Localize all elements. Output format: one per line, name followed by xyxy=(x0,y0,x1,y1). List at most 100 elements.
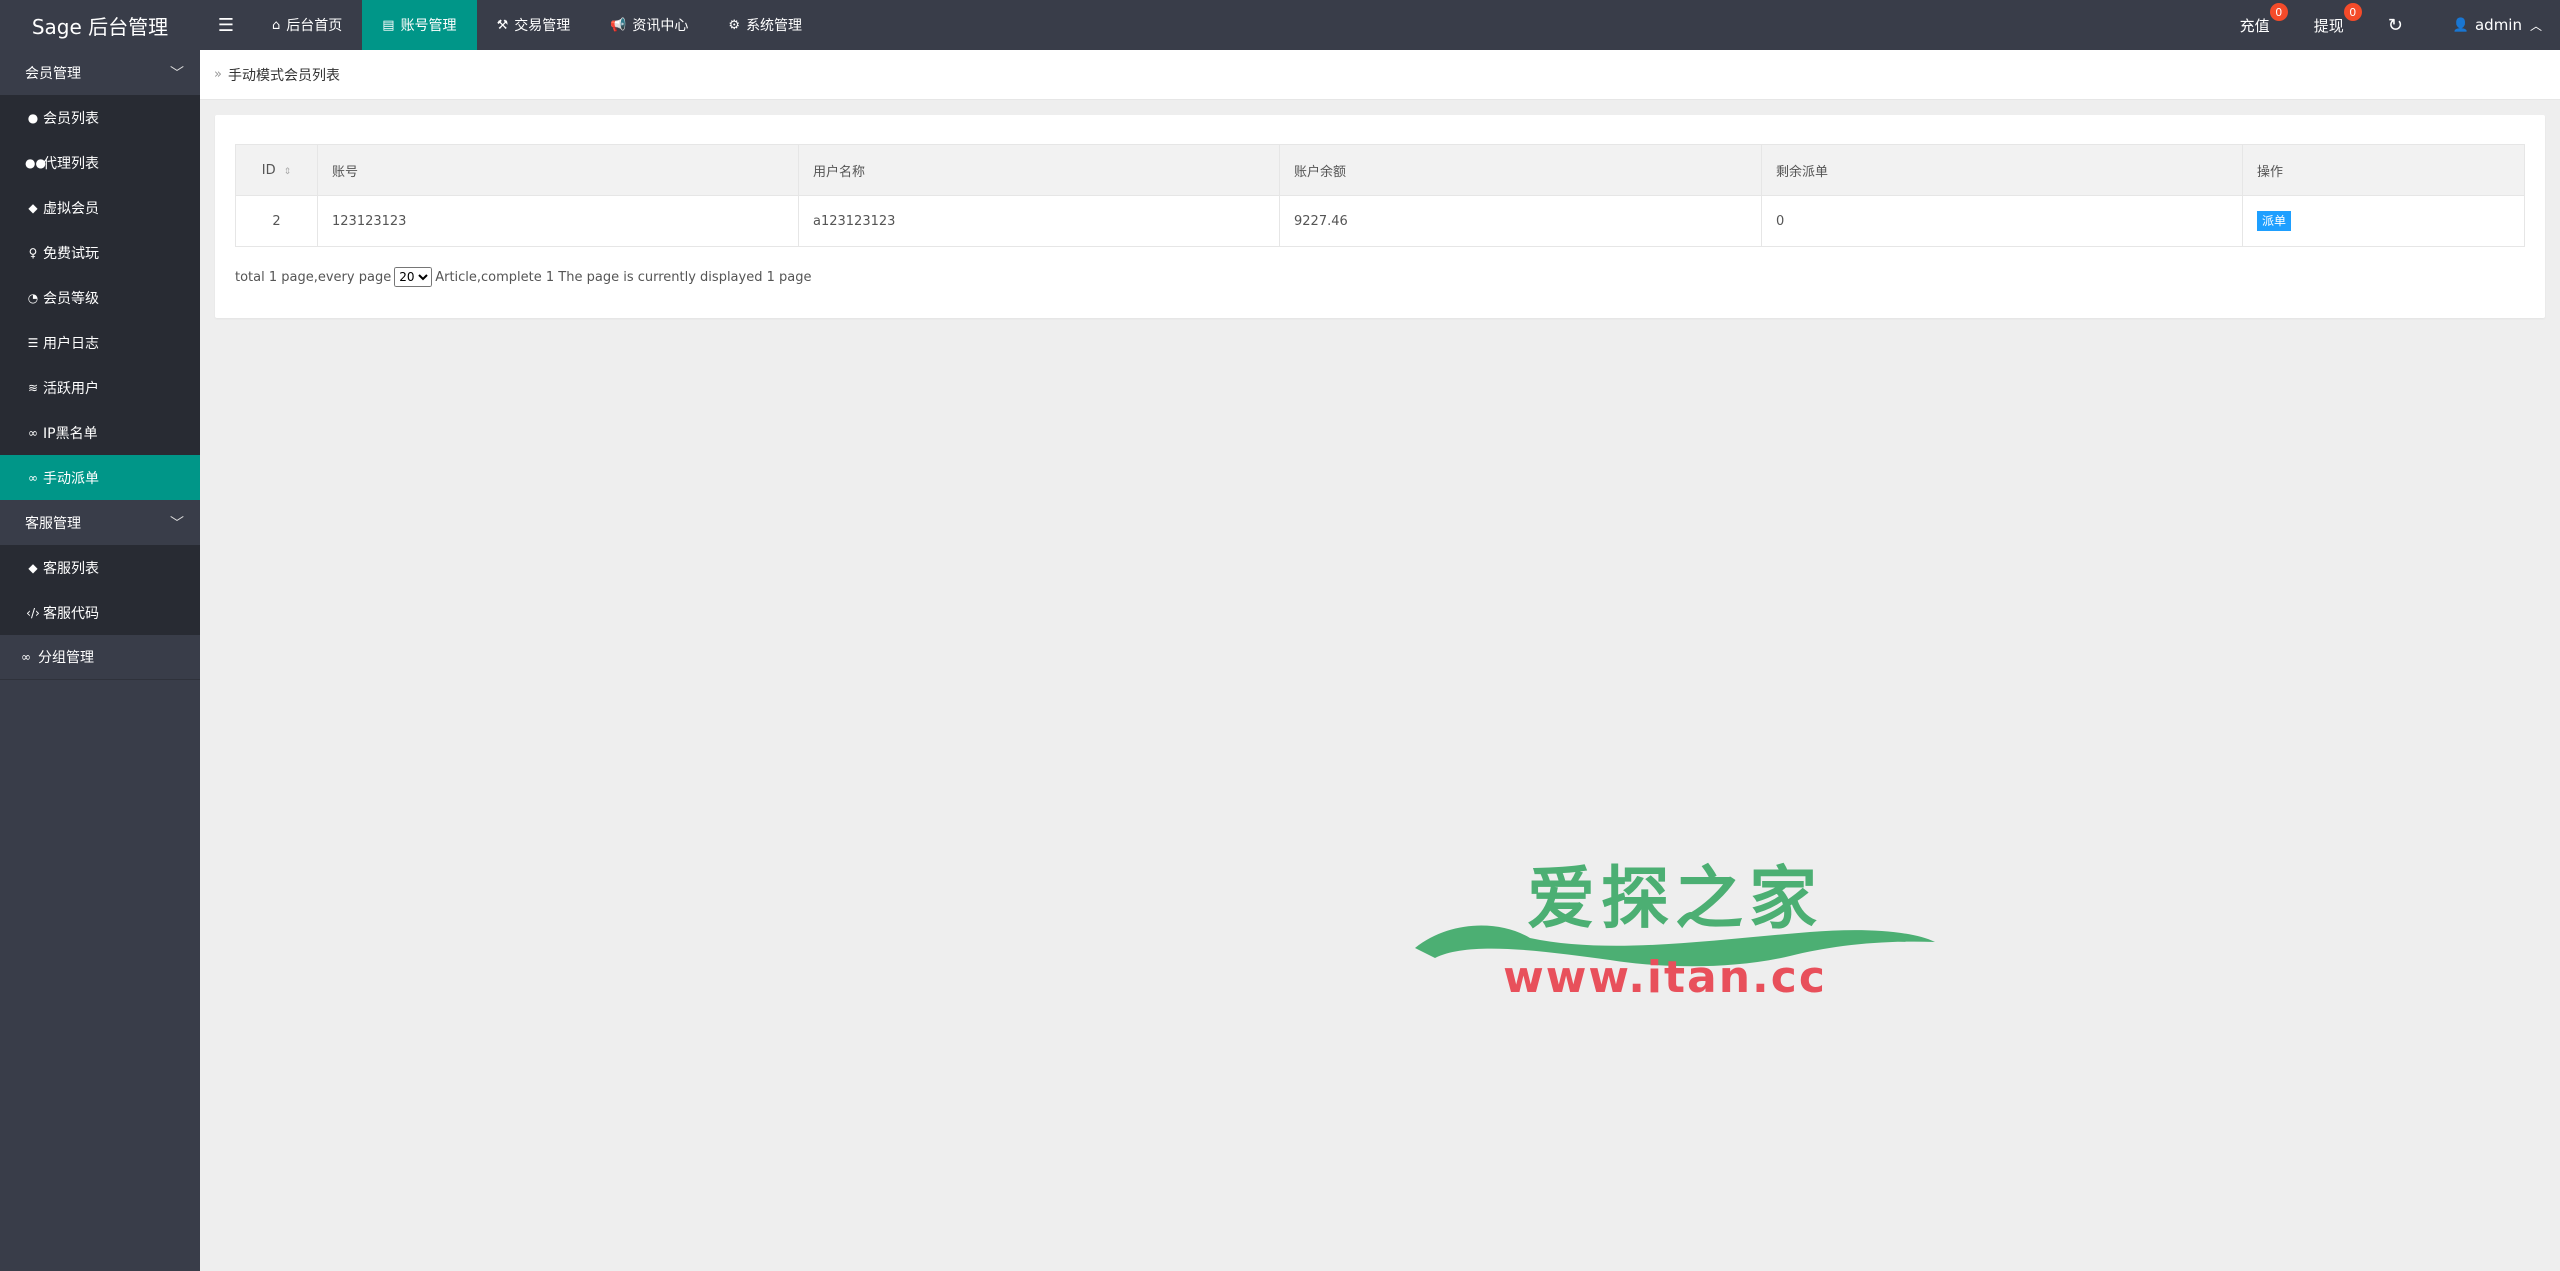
nav-news[interactable]: 📢 资讯中心 xyxy=(590,0,708,50)
id-card-icon: ▤ xyxy=(382,17,395,33)
breadcrumb: » 手动模式会员列表 xyxy=(200,50,2560,100)
sidebar-item-active-users[interactable]: ≋ 活跃用户 xyxy=(0,365,200,410)
sidebar-item-member-list[interactable]: ● 会员列表 xyxy=(0,95,200,140)
sidebar-item-support-code[interactable]: ‹/› 客服代码 xyxy=(0,590,200,635)
watermark-logo: 爱探之家 www.itan.cc xyxy=(1415,860,1935,1003)
table-row: 2 123123123 a123123123 9227.46 0 派单 xyxy=(235,195,2525,247)
column-header-balance: 账户余额 xyxy=(1279,144,1762,196)
sidebar-group-support[interactable]: 客服管理 ﹀ xyxy=(0,500,200,545)
nav-label: 后台首页 xyxy=(286,18,343,34)
withdraw-count-badge: 0 xyxy=(2343,3,2362,21)
link-icon: ∞ xyxy=(28,470,38,485)
user-name: admin xyxy=(2474,16,2522,34)
sidebar-item-free-trial[interactable]: ♀ 免费试玩 xyxy=(0,230,200,275)
users-icon: ●● xyxy=(25,155,46,170)
sidebar-item-label: 会员等级 xyxy=(43,290,99,307)
dashboard-icon: ◔ xyxy=(27,290,39,305)
code-icon: ‹/› xyxy=(26,605,40,620)
withdraw-button[interactable]: 提现 0 xyxy=(2292,0,2366,50)
sidebar-item-virtual-member[interactable]: ◆ 虚拟会员 xyxy=(0,185,200,230)
nav-trades[interactable]: ⚒ 交易管理 xyxy=(477,0,591,50)
hamburger-icon: ☰ xyxy=(217,14,235,36)
top-header: Sage 后台管理 ☰ ⌂ 后台首页 ▤ 账号管理 ⚒ 交易管理 📢 资讯中心 ⚙ 系统管… xyxy=(0,0,2560,50)
user-icon: 👤 xyxy=(2452,17,2469,33)
table-header-row: ID ⇕ 账号 用户名称 账户余额 剩余派单 操作 xyxy=(235,144,2525,196)
group-title-label: 会员管理 xyxy=(25,65,81,82)
cell-id: 2 xyxy=(235,195,318,247)
column-header-remaining: 剩余派单 xyxy=(1761,144,2243,196)
recharge-count-badge: 0 xyxy=(2269,3,2288,21)
sidebar-item-label: 客服列表 xyxy=(43,560,99,577)
member-table: ID ⇕ 账号 用户名称 账户余额 剩余派单 操作 2 123123123 a12… xyxy=(235,144,2525,247)
cell-remaining: 0 xyxy=(1761,195,2243,247)
sidebar-item-label: 手动派单 xyxy=(43,470,99,487)
sidebar-item-label: 代理列表 xyxy=(43,155,99,172)
group-title-label: 客服管理 xyxy=(25,515,81,532)
sidebar-item-agent-list[interactable]: ●● 代理列表 xyxy=(0,140,200,185)
cell-action: 派单 xyxy=(2242,195,2525,247)
chevron-down-icon: ﹀ xyxy=(170,65,184,82)
nav-label: 账号管理 xyxy=(400,18,457,34)
sidebar-item-member-level[interactable]: ◔ 会员等级 xyxy=(0,275,200,320)
nav-home[interactable]: ⌂ 后台首页 xyxy=(252,0,362,50)
user-secret-icon: ◆ xyxy=(28,200,38,215)
column-header-id[interactable]: ID ⇕ xyxy=(235,144,318,196)
link-icon: ∞ xyxy=(21,650,31,664)
watermark-title: 爱探之家 xyxy=(1527,860,1823,939)
nav-label: 交易管理 xyxy=(514,18,571,34)
link-icon: ∞ xyxy=(28,425,38,440)
pager-prefix: total 1 page,every page xyxy=(235,269,392,285)
withdraw-label: 提现 xyxy=(2313,16,2344,35)
column-header-username: 用户名称 xyxy=(798,144,1280,196)
sidebar-item-label: 用户日志 xyxy=(43,335,99,352)
sidebar-item-ip-blacklist[interactable]: ∞ IP黑名单 xyxy=(0,410,200,455)
sidebar-item-label: 客服代码 xyxy=(43,605,99,622)
user-menu[interactable]: 👤 admin ︿ xyxy=(2425,0,2560,50)
sidebar-item-manual-dispatch[interactable]: ∞ 手动派单 xyxy=(0,455,200,500)
nav-label: 系统管理 xyxy=(746,18,803,34)
column-header-action: 操作 xyxy=(2242,144,2525,196)
home-icon: ⌂ xyxy=(272,17,281,33)
pager-suffix: Article,complete 1 The page is currently… xyxy=(435,269,812,285)
top-nav: ☰ ⌂ 后台首页 ▤ 账号管理 ⚒ 交易管理 📢 资讯中心 ⚙ 系统管理 xyxy=(200,0,822,50)
page-size-select[interactable]: 20 xyxy=(394,267,433,287)
nav-label: 资讯中心 xyxy=(632,18,689,34)
sidebar-group-members[interactable]: 会员管理 ﹀ xyxy=(0,50,200,95)
nav-system[interactable]: ⚙ 系统管理 xyxy=(708,0,822,50)
sidebar-item-support-list[interactable]: ◆ 客服列表 xyxy=(0,545,200,590)
chevron-down-icon: ﹀ xyxy=(170,515,184,532)
chevron-up-icon: ︿ xyxy=(2529,18,2542,33)
dispatch-button[interactable]: 派单 xyxy=(2257,211,2292,231)
refresh-icon: ↻ xyxy=(2387,14,2403,36)
watermark-url: www.itan.cc xyxy=(1503,952,1827,1003)
menu-toggle-button[interactable]: ☰ xyxy=(200,0,252,50)
pagination: total 1 page,every page 20 Article,compl… xyxy=(235,267,811,287)
sidebar-item-group-management[interactable]: ∞ 分组管理 xyxy=(0,635,200,680)
sidebar-item-label: 会员列表 xyxy=(43,110,99,127)
wifi-icon: ≋ xyxy=(27,380,39,395)
sidebar-item-label: IP黑名单 xyxy=(43,425,98,442)
sort-icon[interactable]: ⇕ xyxy=(284,167,292,177)
sidebar-group-members-items: ● 会员列表 ●● 代理列表 ◆ 虚拟会员 ♀ 免费试玩 ◔ 会员等级 ☰ 用户日志 ≋ 活跃… xyxy=(0,95,200,500)
nav-accounts[interactable]: ▤ 账号管理 xyxy=(362,0,477,50)
sidebar-item-label: 活跃用户 xyxy=(43,380,99,397)
header-right: 充值 0 提现 0 ↻ 👤 admin ︿ xyxy=(2218,0,2560,50)
double-chevron-icon: » xyxy=(214,67,222,82)
sidebar-item-label: 虚拟会员 xyxy=(43,200,99,217)
column-header-account: 账号 xyxy=(317,144,799,196)
cell-balance: 9227.46 xyxy=(1279,195,1762,247)
sidebar-item-user-log[interactable]: ☰ 用户日志 xyxy=(0,320,200,365)
user-icon: ● xyxy=(27,110,39,125)
sidebar-item-label: 分组管理 xyxy=(38,650,94,666)
recharge-label: 充值 xyxy=(2239,16,2270,35)
sidebar-item-label: 免费试玩 xyxy=(43,245,99,262)
refresh-button[interactable]: ↻ xyxy=(2366,0,2425,50)
list-icon: ☰ xyxy=(27,335,39,350)
recharge-button[interactable]: 充值 0 xyxy=(2218,0,2292,50)
bullhorn-icon: 📢 xyxy=(610,17,627,33)
app-logo[interactable]: Sage 后台管理 xyxy=(0,0,200,50)
sidebar: 会员管理 ﹀ ● 会员列表 ●● 代理列表 ◆ 虚拟会员 ♀ 免费试玩 ◔ 会员等级 ☰ 用… xyxy=(0,50,200,1271)
page-title: 手动模式会员列表 xyxy=(227,67,340,84)
cell-username: a123123123 xyxy=(798,195,1280,247)
cell-account: 123123123 xyxy=(317,195,799,247)
